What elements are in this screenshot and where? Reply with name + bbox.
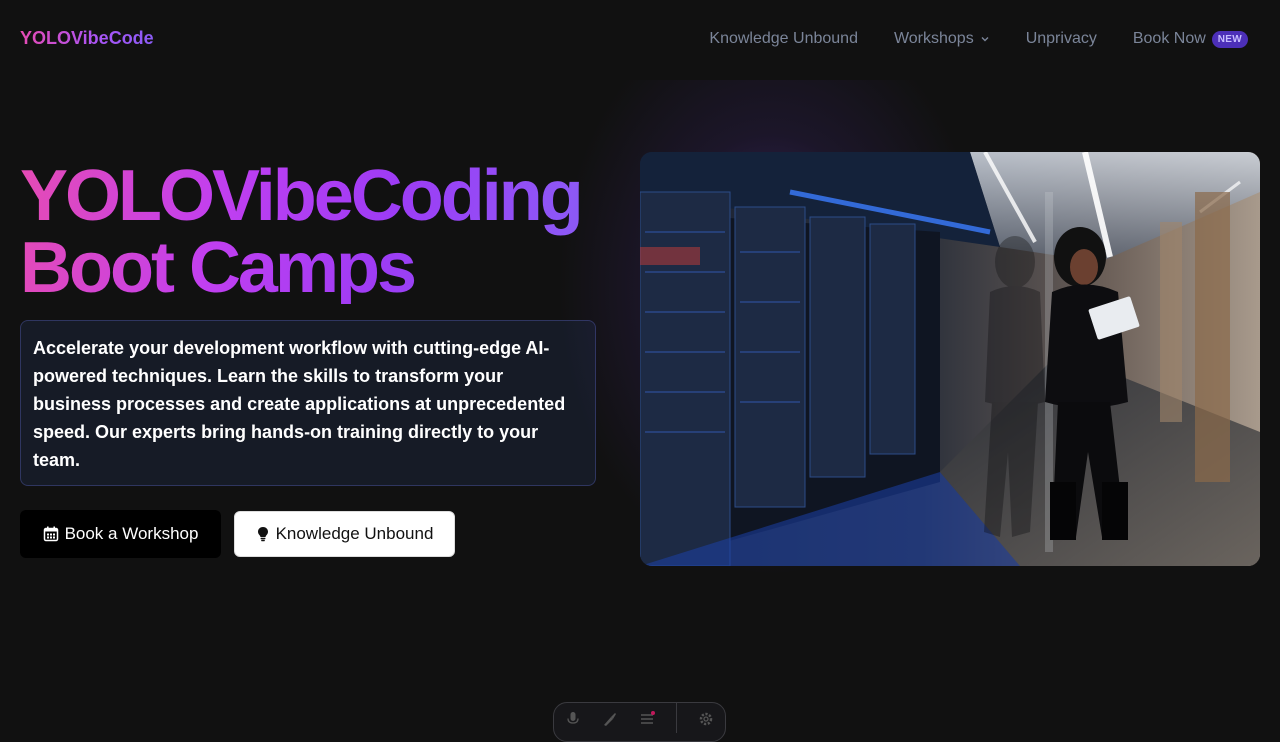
nav-workshops-dropdown[interactable]: Workshops xyxy=(894,30,990,48)
menu-icon[interactable] xyxy=(639,711,655,727)
nav-label: Workshops xyxy=(893,30,974,47)
calendar-icon xyxy=(43,526,58,542)
new-badge: NEW xyxy=(1211,30,1248,48)
brush-icon[interactable] xyxy=(602,711,618,727)
nav-book-now[interactable]: Book Now NEW xyxy=(1133,30,1248,48)
floating-toolbar xyxy=(553,702,726,742)
chevron-down-icon xyxy=(981,37,989,42)
site-logo[interactable]: YOLOVibeCode xyxy=(20,28,154,49)
hero-description: Accelerate your development workflow wit… xyxy=(20,320,596,486)
nav-unprivacy[interactable]: Unprivacy xyxy=(1026,30,1097,48)
book-workshop-button[interactable]: Book a Workshop xyxy=(20,510,221,558)
microphone-icon[interactable] xyxy=(565,711,581,727)
book-workshop-label: Book a Workshop xyxy=(64,524,199,543)
toolbar-divider xyxy=(676,703,678,733)
nav-label: Knowledge Unbound xyxy=(709,30,858,47)
hero-title-line-1: YOLOVibeCoding xyxy=(20,156,581,236)
knowledge-unbound-label: Knowledge Unbound xyxy=(275,524,434,543)
settings-icon[interactable] xyxy=(698,711,714,727)
nav-label: Unprivacy xyxy=(1025,30,1097,47)
main-nav: Knowledge Unbound Workshops Unprivacy Bo… xyxy=(709,30,1248,48)
lightbulb-icon xyxy=(257,527,268,542)
hero-title-line-2: Boot Camps xyxy=(20,228,415,308)
hero-title: YOLOVibeCoding Boot Camps xyxy=(20,160,581,304)
server-room-photo xyxy=(640,152,1260,566)
knowledge-unbound-button[interactable]: Knowledge Unbound xyxy=(234,511,455,557)
nav-label: Book Now xyxy=(1132,30,1206,47)
hero-image xyxy=(640,152,1260,566)
nav-knowledge-unbound[interactable]: Knowledge Unbound xyxy=(709,30,858,48)
